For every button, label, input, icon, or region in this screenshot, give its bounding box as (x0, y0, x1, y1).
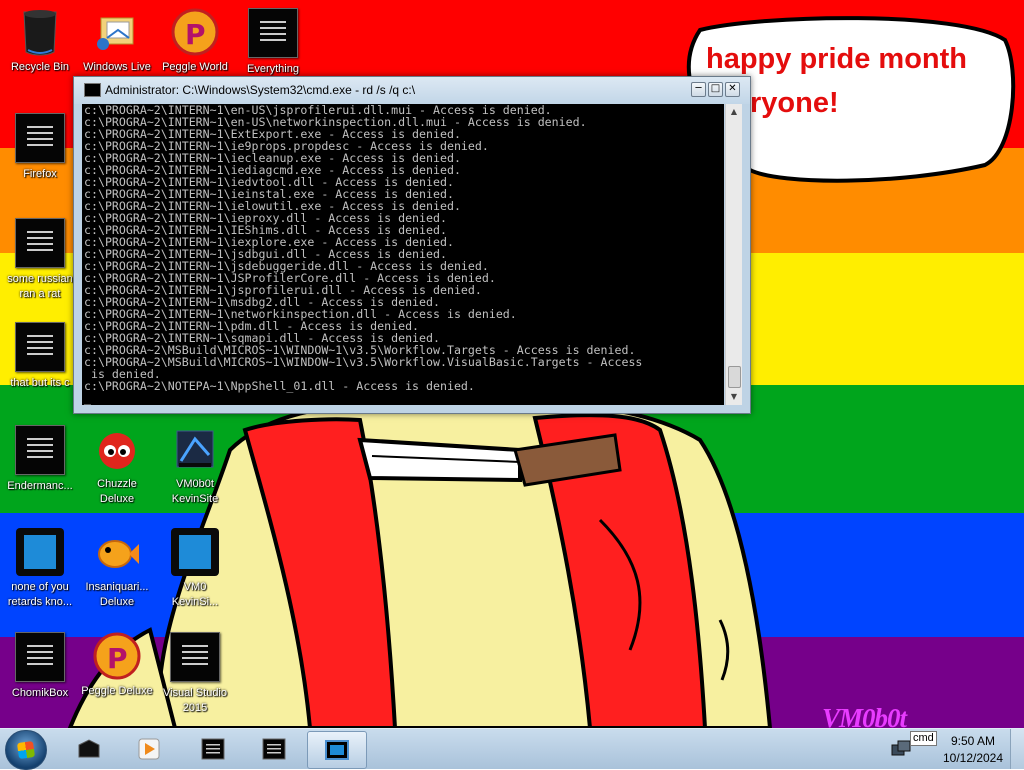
cmd-window-icon (325, 740, 349, 760)
tablet-icon (16, 528, 64, 576)
taskbar-button-terminal-2[interactable] (245, 731, 303, 767)
desktop-icon-label: Windows Live (83, 61, 151, 73)
desktop-icon-label: ChomikBox (11, 687, 69, 699)
desktop-icon-label: Peggle Deluxe (81, 685, 153, 697)
close-button[interactable]: ✕ (725, 82, 740, 97)
media-player-icon (138, 738, 160, 760)
terminal-icon (248, 8, 298, 58)
vertical-scrollbar[interactable]: ▲ ▼ (725, 104, 742, 405)
start-button[interactable] (5, 730, 47, 770)
svg-text:P: P (185, 18, 206, 51)
desktop-icon-label: Peggle World (162, 61, 228, 73)
scrollbar-thumb[interactable] (728, 366, 741, 388)
desktop-icon-endermanch[interactable]: Endermanc... (0, 425, 80, 494)
desktop: happy pride month ryone! VM0b0t Recycle … (0, 0, 1024, 728)
minimize-button[interactable]: ─ (691, 82, 706, 97)
taskbar-button-terminal-1[interactable] (184, 731, 242, 767)
cmd-window-title: Administrator: C:\Windows\System32\cmd.e… (105, 83, 416, 97)
console-output[interactable]: c:\PROGRA~2\INTERN~1\en-US\jsprofilerui.… (82, 104, 724, 405)
desktop-icon-peggle-deluxe[interactable]: P Peggle Deluxe (77, 632, 157, 699)
cmd-window-icon (84, 83, 101, 97)
windows-logo-icon (16, 740, 36, 760)
desktop-icon-vmbot-kevinsite[interactable]: VM0b0t KevinSite (155, 425, 235, 507)
windows-live-icon (93, 8, 141, 56)
desktop-icon-label: none of you retards kno... (7, 581, 73, 608)
desktop-icon-some-russian[interactable]: some russian ran a rat (0, 218, 80, 302)
terminal-icon (170, 632, 220, 682)
terminal-icon (15, 218, 65, 268)
terminal-icon (15, 322, 65, 372)
clock-date[interactable]: 10/12/2024 (940, 751, 1006, 765)
desktop-icon-label: Chuzzle Deluxe (97, 478, 137, 505)
desktop-icon-label: Endermanc... (7, 480, 73, 492)
maximize-button[interactable]: □ (708, 82, 723, 97)
terminal-icon (15, 632, 65, 682)
cmd-window[interactable]: Administrator: C:\Windows\System32\cmd.e… (73, 76, 751, 414)
desktop-icon-insaniquarium[interactable]: Insaniquari... Deluxe (77, 528, 157, 610)
desktop-icon-label: VM0 KevinSi... (171, 581, 219, 608)
taskbar-button-cmd[interactable] (307, 731, 367, 769)
wallpaper-watermark: VM0b0t (822, 703, 907, 728)
chuzzle-icon (93, 425, 141, 473)
terminal-icon (15, 425, 65, 475)
desktop-icon-everything[interactable]: Everything (233, 8, 313, 77)
network-icon[interactable] (890, 739, 912, 761)
svg-text:P: P (107, 642, 128, 675)
tray-tooltip: cmd (910, 731, 937, 746)
scroll-down-arrow-icon[interactable]: ▼ (726, 389, 742, 405)
desktop-icon-label: Firefox (23, 168, 57, 180)
desktop-icon-label: VM0b0t KevinSite (171, 478, 219, 505)
speech-bubble-text-line2: ryone! (750, 87, 839, 119)
taskbar-button-black-box[interactable] (60, 731, 118, 767)
desktop-icon-label: Visual Studio 2015 (162, 687, 227, 714)
scroll-up-arrow-icon[interactable]: ▲ (726, 104, 742, 120)
terminal-icon (262, 738, 286, 760)
desktop-icon-label: that but its c (10, 377, 70, 389)
tablet-icon (171, 528, 219, 576)
desktop-icon-peggle-world[interactable]: P Peggle World (155, 8, 235, 75)
desktop-icon-visual-studio[interactable]: Visual Studio 2015 (155, 632, 235, 716)
terminal-icon (201, 738, 225, 760)
taskbar: 9:50 AM 10/12/2024 (0, 728, 1024, 770)
desktop-icon-label: Everything (247, 63, 299, 75)
desktop-icon-none-of-you[interactable]: none of you retards kno... (0, 528, 80, 610)
peggle-icon: P (93, 632, 141, 680)
desktop-icon-label: some russian ran a rat (7, 273, 73, 300)
peggle-icon: P (171, 8, 219, 56)
console-text: c:\PROGRA~2\INTERN~1\en-US\jsprofilerui.… (84, 104, 643, 405)
recycle-bin-icon (16, 8, 64, 56)
desktop-icon-firefox[interactable]: Firefox (0, 113, 80, 182)
desktop-icon-label: Recycle Bin (10, 61, 70, 73)
desktop-icon-chuzzle-deluxe[interactable]: Chuzzle Deluxe (77, 425, 157, 507)
vmbot-icon (171, 425, 219, 473)
desktop-icon-that-but-its[interactable]: that but its c (0, 322, 80, 391)
desktop-icon-windows-live[interactable]: Windows Live (77, 8, 157, 75)
goldfish-icon (93, 528, 141, 576)
taskbar-button-media-player[interactable] (120, 731, 178, 767)
desktop-icon-recycle-bin[interactable]: Recycle Bin (0, 8, 80, 75)
black-box-icon (78, 739, 100, 758)
terminal-icon (15, 113, 65, 163)
desktop-icon-chomikbox[interactable]: ChomikBox (0, 632, 80, 701)
desktop-icon-vm0-kevinsite[interactable]: VM0 KevinSi... (155, 528, 235, 610)
desktop-icon-label: Insaniquari... Deluxe (85, 581, 149, 608)
cmd-titlebar[interactable]: Administrator: C:\Windows\System32\cmd.e… (74, 77, 750, 104)
show-desktop-button[interactable] (1010, 729, 1024, 769)
clock-time[interactable]: 9:50 AM (940, 734, 1006, 748)
speech-bubble-text-line1: happy pride month (706, 43, 967, 75)
